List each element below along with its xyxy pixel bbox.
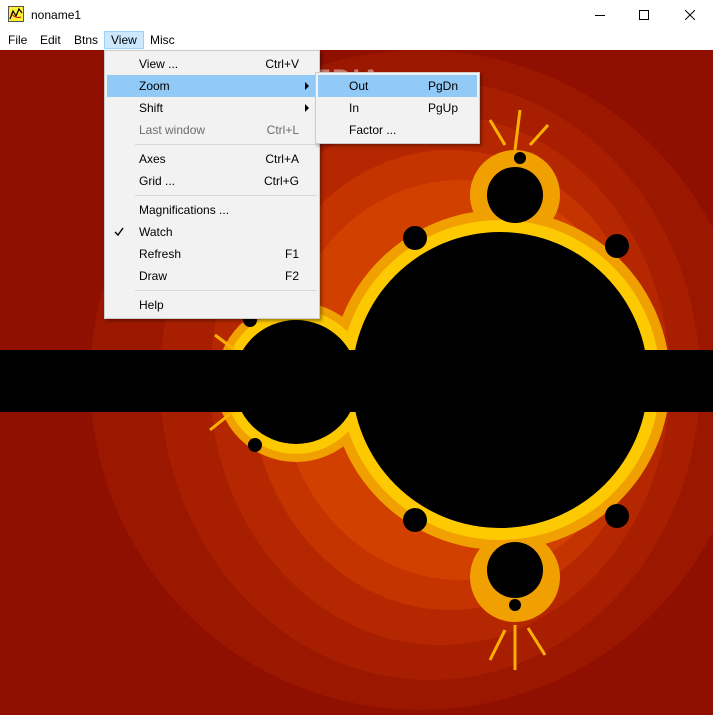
menu-item-zoom-out[interactable]: Out PgDn [318,75,477,97]
menu-separator [135,195,317,196]
app-icon [8,6,24,22]
menu-item-view[interactable]: View ... Ctrl+V [107,53,317,75]
window-title: noname1 [31,8,82,22]
menu-item-zoom-factor[interactable]: Factor ... [318,119,477,141]
menu-item-last-window: Last window Ctrl+L [139,123,299,137]
menu-item-help[interactable]: Help [107,294,317,316]
menu-edit[interactable]: Edit [34,31,67,49]
maximize-icon[interactable] [621,0,667,30]
menu-item-axes[interactable]: Axes Ctrl+A [107,148,317,170]
close-icon[interactable] [667,0,713,30]
zoom-submenu: Out PgDn In PgUp Factor ... [315,72,480,144]
menu-bar: File Edit Btns View Misc [0,30,713,50]
menu-item-grid[interactable]: Grid ... Ctrl+G [107,170,317,192]
submenu-arrow-icon [305,104,309,112]
menu-item-magnifications[interactable]: Magnifications ... [107,199,317,221]
menu-file[interactable]: File [2,31,33,49]
minimize-icon[interactable] [577,0,623,30]
menu-item-refresh[interactable]: Refresh F1 [107,243,317,265]
menu-item-watch[interactable]: Watch [107,221,317,243]
menu-misc[interactable]: Misc [144,31,181,49]
menu-view[interactable]: View [104,31,144,49]
submenu-arrow-icon [305,82,309,90]
menu-item-draw[interactable]: Draw F2 [107,265,317,287]
menu-item-shift[interactable]: Shift [107,97,317,119]
menu-btns[interactable]: Btns [68,31,104,49]
title-bar: noname1 [0,0,713,30]
view-menu: View ... Ctrl+V Zoom Shift Last window C… [104,50,320,319]
menu-separator [135,290,317,291]
menu-item-zoom-in[interactable]: In PgUp [318,97,477,119]
menu-separator [135,144,317,145]
menu-item-zoom[interactable]: Zoom [107,75,317,97]
